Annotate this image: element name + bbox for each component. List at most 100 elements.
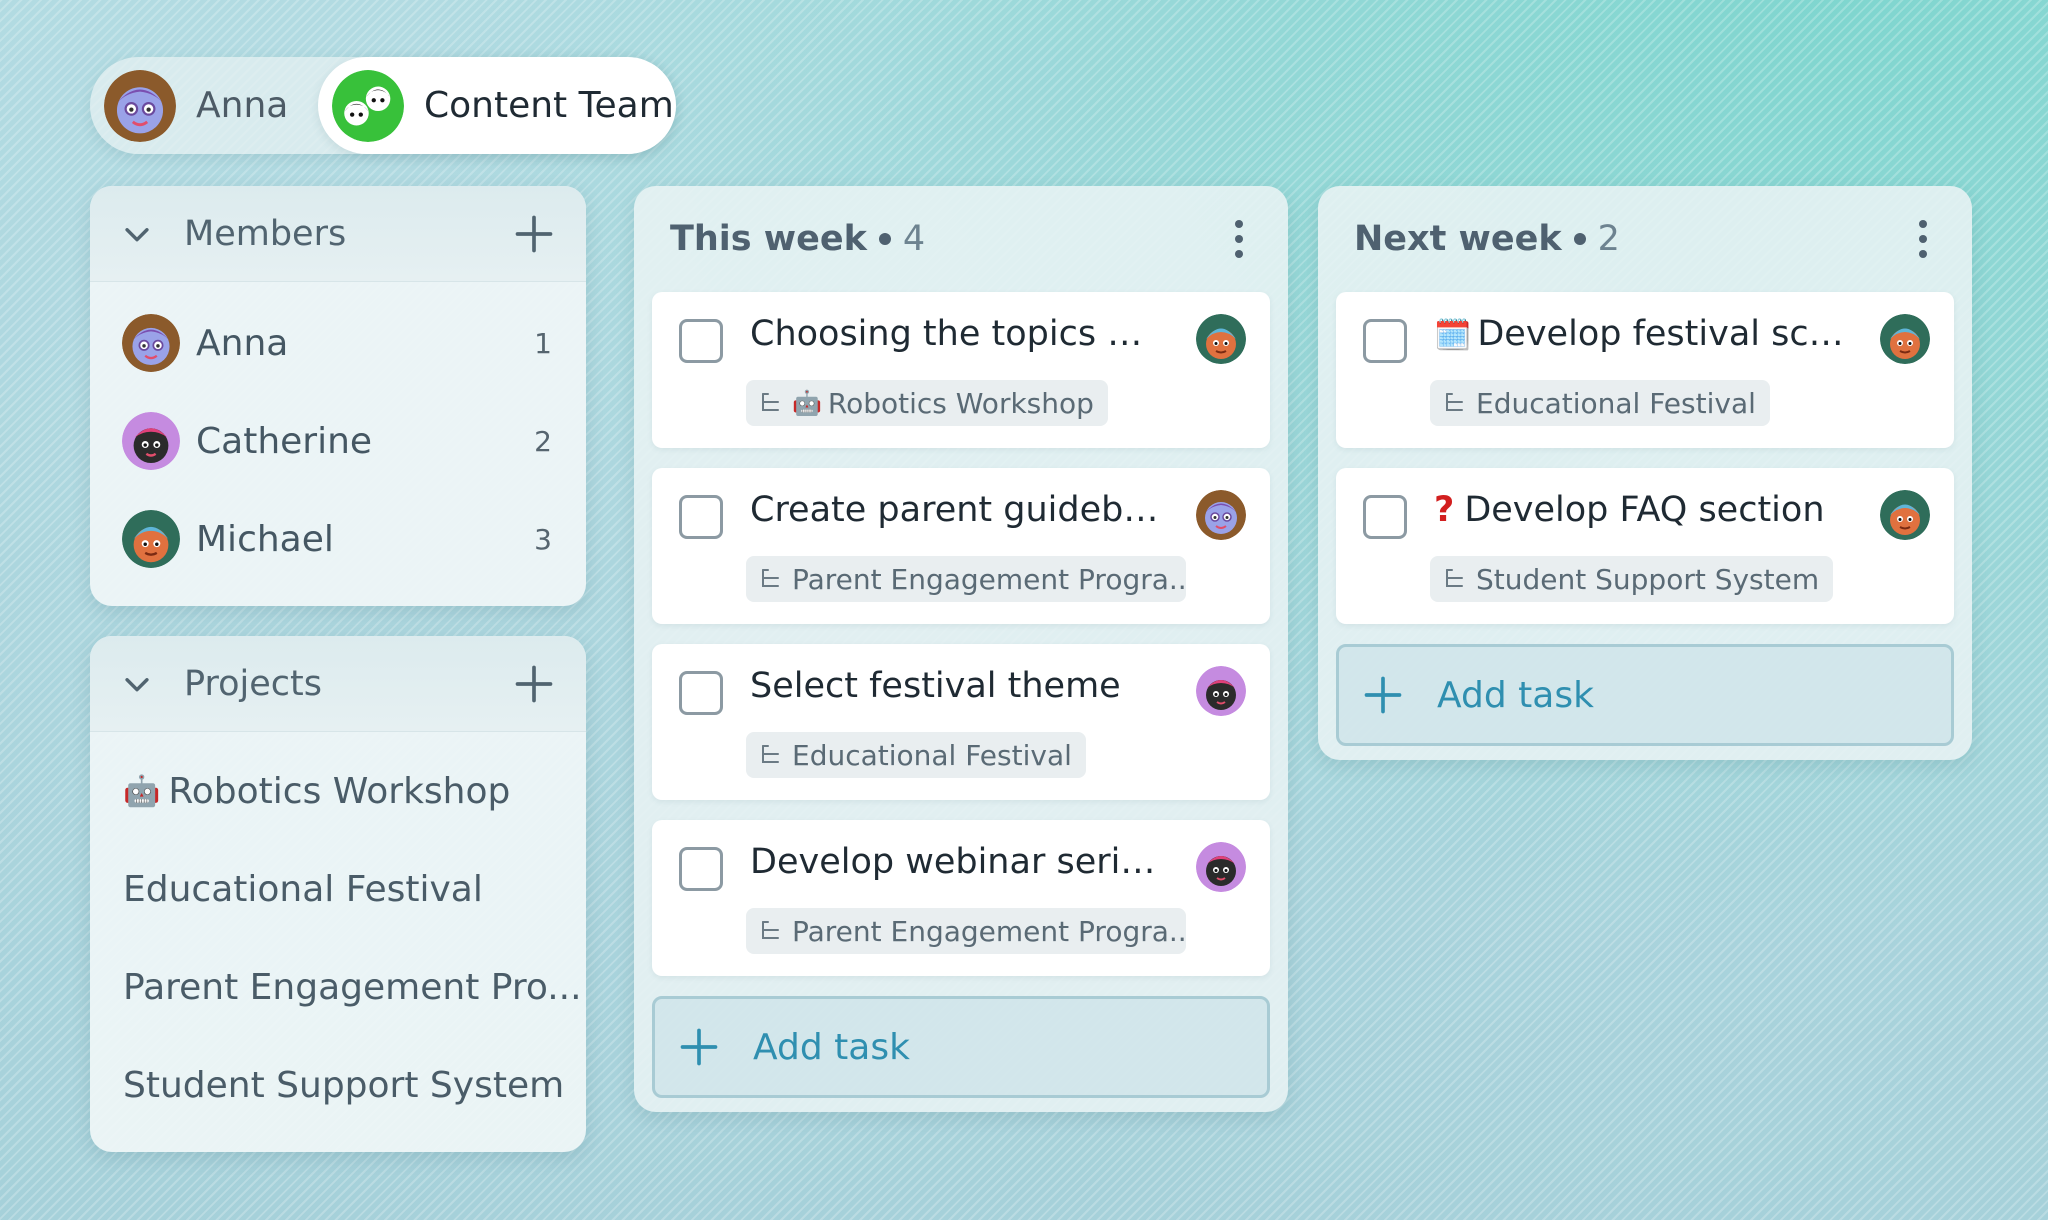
subtask-icon [758, 567, 782, 591]
member-item[interactable]: Michael 3 [90, 490, 586, 588]
kebab-menu-icon[interactable] [1224, 216, 1254, 262]
projects-panel: Projects 🤖 Robotics Workshop Educational… [90, 636, 586, 1152]
task-card[interactable]: Select festival theme Educational Festiv… [652, 644, 1270, 800]
assignee-avatar[interactable] [1880, 314, 1930, 364]
task-card[interactable]: Develop webinar series Parent Engagement… [652, 820, 1270, 976]
member-item[interactable]: Catherine 2 [90, 392, 586, 490]
column-count: 2 [1597, 219, 1620, 259]
plus-icon [1361, 673, 1405, 717]
project-tag[interactable]: Parent Engagement Progra... [746, 556, 1186, 602]
members-title: Members [184, 213, 347, 254]
project-item[interactable]: Parent Engagement Pro... [90, 938, 586, 1036]
project-name: Robotics Workshop [168, 770, 511, 812]
avatar [122, 412, 180, 470]
member-task-count: 2 [534, 424, 552, 458]
task-title[interactable]: 🗓️Develop festival sche... [1434, 314, 1844, 354]
robot-icon: 🤖 [792, 389, 822, 417]
assignee-avatar[interactable] [1196, 490, 1246, 540]
calendar-icon: 🗓️ [1434, 318, 1472, 353]
project-tag-label: Student Support System [1476, 562, 1820, 596]
column-header: Next week 2 [1336, 186, 1954, 292]
switcher-team-label: Content Team [424, 85, 674, 126]
project-item[interactable]: Student Support System [90, 1036, 586, 1134]
task-title-text: Develop festival sche... [1477, 314, 1844, 354]
project-tag[interactable]: 🤖 Robotics Workshop [746, 380, 1108, 426]
plus-icon [677, 1025, 721, 1069]
add-task-label: Add task [753, 1026, 910, 1068]
avatar [122, 314, 180, 372]
task-checkbox[interactable] [1363, 319, 1407, 363]
column-count: 4 [902, 219, 926, 259]
subtask-icon [1442, 567, 1466, 591]
task-title[interactable]: Create parent guidebook [750, 490, 1160, 530]
project-tag-label: Educational Festival [1476, 386, 1756, 420]
robot-icon: 🤖 [123, 773, 161, 809]
task-card[interactable]: Choosing the topics an... 🤖 Robotics Wor… [652, 292, 1270, 448]
members-panel: Members Anna 1 Catherine 2 Michael 3 [90, 186, 586, 606]
column-title: Next week [1354, 219, 1562, 259]
task-title[interactable]: ? Develop FAQ section [1434, 490, 1844, 530]
task-title-text: Develop FAQ section [1464, 490, 1825, 530]
task-checkbox[interactable] [679, 847, 723, 891]
column-header: This week 4 [652, 186, 1270, 292]
subtask-icon [758, 919, 782, 943]
project-item[interactable]: Educational Festival [90, 840, 586, 938]
project-tag[interactable]: Educational Festival [1430, 380, 1770, 426]
assignee-avatar[interactable] [1196, 666, 1246, 716]
separator-dot [878, 233, 891, 245]
subtask-icon [758, 743, 782, 767]
assignee-avatar[interactable] [1196, 842, 1246, 892]
subtask-icon [758, 391, 782, 415]
project-tag-label: Parent Engagement Progra... [792, 562, 1186, 596]
task-card[interactable]: 🗓️Develop festival sche... Educational F… [1336, 292, 1954, 448]
project-tag[interactable]: Parent Engagement Progra... [746, 908, 1186, 954]
project-tag-label: Parent Engagement Progra... [792, 914, 1186, 948]
column-this-week: This week 4 Choosing the topics an... 🤖 … [634, 186, 1288, 1112]
add-task-button[interactable]: Add task [652, 996, 1270, 1098]
kebab-menu-icon[interactable] [1908, 216, 1938, 262]
task-title[interactable]: Select festival theme [750, 666, 1160, 706]
member-item[interactable]: Anna 1 [90, 294, 586, 392]
project-list: 🤖 Robotics Workshop Educational Festival… [90, 732, 586, 1134]
member-name: Anna [196, 322, 289, 364]
column-title: This week [670, 219, 867, 259]
switcher-user[interactable]: Anna [90, 57, 316, 154]
add-member-plus-icon[interactable] [512, 212, 556, 256]
projects-title: Projects [184, 663, 322, 704]
assignee-avatar[interactable] [1196, 314, 1246, 364]
member-task-count: 1 [534, 326, 552, 360]
project-item[interactable]: 🤖 Robotics Workshop [90, 742, 586, 840]
project-name: Educational Festival [123, 868, 483, 910]
chevron-down-icon[interactable] [120, 667, 154, 701]
project-name: Parent Engagement Pro... [123, 966, 582, 1008]
member-name: Catherine [196, 420, 373, 462]
task-checkbox[interactable] [1363, 495, 1407, 539]
project-name: Student Support System [123, 1064, 565, 1106]
project-tag[interactable]: Educational Festival [746, 732, 1086, 778]
add-task-button[interactable]: Add task [1336, 644, 1954, 746]
question-mark-icon: ? [1434, 490, 1455, 530]
add-project-plus-icon[interactable] [512, 662, 556, 706]
task-card[interactable]: Create parent guidebook Parent Engagemen… [652, 468, 1270, 624]
task-checkbox[interactable] [679, 319, 723, 363]
task-checkbox[interactable] [679, 671, 723, 715]
chevron-down-icon[interactable] [120, 217, 154, 251]
avatar [104, 70, 176, 142]
task-title[interactable]: Choosing the topics an... [750, 314, 1160, 354]
member-task-count: 3 [534, 522, 552, 556]
avatar [122, 510, 180, 568]
assignee-avatar[interactable] [1880, 490, 1930, 540]
project-tag[interactable]: Student Support System [1430, 556, 1834, 602]
subtask-icon [1442, 391, 1466, 415]
project-tag-label: Robotics Workshop [827, 386, 1094, 420]
task-checkbox[interactable] [679, 495, 723, 539]
separator-dot [1573, 233, 1586, 245]
member-list: Anna 1 Catherine 2 Michael 3 [90, 282, 586, 588]
switcher-team[interactable]: Content Team [318, 57, 676, 154]
task-title[interactable]: Develop webinar series [750, 842, 1160, 882]
team-avatar [332, 70, 404, 142]
member-name: Michael [196, 518, 334, 560]
task-card[interactable]: ? Develop FAQ section Student Support Sys… [1336, 468, 1954, 624]
members-header: Members [90, 186, 586, 282]
workspace-switcher: Anna Content Team [90, 57, 676, 154]
